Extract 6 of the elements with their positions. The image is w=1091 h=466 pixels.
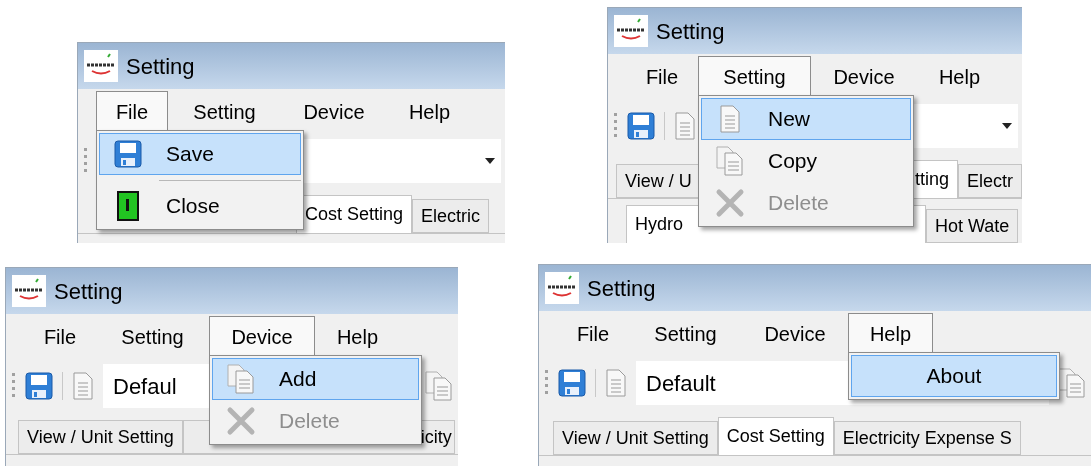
- window-title: Setting: [126, 52, 195, 81]
- combobox-value: Default: [646, 369, 716, 398]
- window-title: Setting: [656, 17, 725, 46]
- window-title: Setting: [587, 274, 656, 303]
- combobox-value: Defaul: [113, 372, 177, 401]
- window-title: Setting: [54, 277, 123, 306]
